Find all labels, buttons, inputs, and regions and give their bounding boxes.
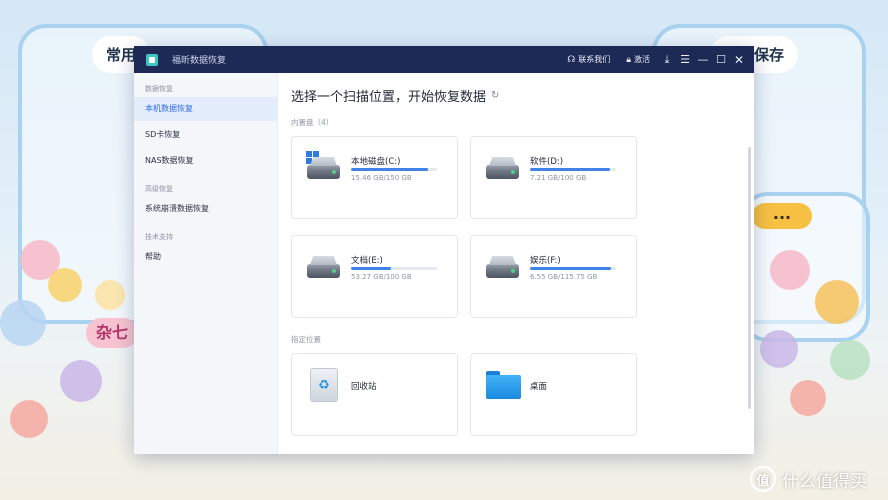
- drive-size: 15.46 GB/150 GB: [351, 174, 412, 182]
- hard-drive-icon: [307, 264, 340, 278]
- drive-usage-bar: [351, 168, 437, 171]
- location-name: 桌面: [530, 382, 548, 392]
- sidebar: 数据恢复 本机数据恢复 SD卡恢复 NAS数据恢复 高级恢复 系统崩溃数据恢复 …: [134, 73, 278, 454]
- specified-location-section-label: 指定位置: [291, 335, 321, 344]
- wallpaper-pill: 杂七: [86, 318, 138, 348]
- window-body: 数据恢复 本机数据恢复 SD卡恢复 NAS数据恢复 高级恢复 系统崩溃数据恢复 …: [134, 73, 754, 454]
- drive-usage-fill: [351, 267, 392, 270]
- maximize-button[interactable]: ☐: [712, 46, 730, 73]
- menu-icon: ☰: [680, 53, 690, 66]
- hard-drive-icon: [486, 165, 519, 179]
- flower-decoration: [10, 400, 48, 438]
- title-bar-controls: ☊ 联系我们 🔒︎ 激活 ⤓ ☰ — ☐ ✕: [559, 46, 748, 73]
- page-title: 选择一个扫描位置，开始恢复数据: [291, 89, 487, 105]
- recycle-bin-icon: ♻: [310, 368, 338, 402]
- drive-size: 53.27 GB/100 GB: [351, 273, 412, 281]
- hard-drive-icon: [307, 165, 340, 179]
- hard-drive-icon: [486, 264, 519, 278]
- drive-usage-fill: [530, 168, 610, 171]
- lock-icon: 🔒︎: [626, 54, 631, 65]
- app-logo-icon: [146, 53, 158, 66]
- drive-usage-fill: [351, 168, 429, 171]
- location-name: 回收站: [351, 382, 377, 392]
- sidebar-group-support: 技术支持: [145, 233, 173, 241]
- drive-name: 本地磁盘(C:): [351, 157, 401, 167]
- sidebar-group-data-recovery: 数据恢复: [145, 85, 173, 93]
- maximize-icon: ☐: [716, 53, 726, 66]
- activate-button[interactable]: 🔒︎ 激活: [618, 54, 658, 65]
- flower-decoration: [760, 330, 798, 368]
- internal-drives-section-label: 内置盘（4）: [291, 118, 334, 127]
- watermark-logo-icon: 值: [750, 466, 776, 492]
- drive-name: 软件(D:): [530, 157, 564, 167]
- flower-decoration: [770, 250, 810, 290]
- flower-decoration: [48, 268, 82, 302]
- refresh-icon[interactable]: ↻: [491, 90, 499, 101]
- close-button[interactable]: ✕: [730, 46, 748, 73]
- drive-usage-bar: [530, 168, 616, 171]
- flower-decoration: [95, 280, 125, 310]
- download-button[interactable]: ⤓: [658, 46, 676, 73]
- drive-card-e[interactable]: 文档(E:) 53.27 GB/100 GB: [291, 235, 458, 318]
- watermark-text: 什么值得买: [782, 471, 867, 492]
- flower-decoration: [60, 360, 102, 402]
- headset-icon: ☊: [567, 54, 576, 65]
- contact-us-button[interactable]: ☊ 联系我们: [559, 54, 618, 65]
- watermark: 值 什么值得买: [750, 466, 867, 492]
- sidebar-item-local-recovery[interactable]: 本机数据恢复: [134, 97, 277, 121]
- sidebar-item-crash-recovery[interactable]: 系统崩溃数据恢复: [134, 197, 277, 221]
- main-panel: 选择一个扫描位置，开始恢复数据 ↻ 内置盘（4） 本地磁盘(C:) 15.46 …: [278, 73, 754, 454]
- flower-decoration: [790, 380, 826, 416]
- drive-name: 文档(E:): [351, 256, 383, 266]
- app-title: 福昕数据恢复: [172, 56, 227, 66]
- flower-decoration: [0, 300, 46, 346]
- drive-usage-fill: [530, 267, 611, 270]
- app-window: 福昕数据恢复 ☊ 联系我们 🔒︎ 激活 ⤓ ☰ — ☐ ✕ 数据恢复 本机数据恢…: [134, 46, 754, 454]
- minimize-button[interactable]: —: [694, 46, 712, 73]
- location-card-desktop[interactable]: 桌面: [470, 353, 637, 436]
- contact-us-label: 联系我们: [578, 55, 611, 64]
- sidebar-item-nas-recovery[interactable]: NAS数据恢复: [134, 149, 277, 173]
- page-heading: 选择一个扫描位置，开始恢复数据 ↻: [291, 85, 754, 105]
- drive-size: 6.55 GB/115.75 GB: [530, 273, 598, 281]
- drive-grid: 本地磁盘(C:) 15.46 GB/150 GB 软件(D:) 7.21 GB/…: [291, 136, 754, 318]
- minimize-icon: —: [697, 53, 709, 66]
- drive-card-d[interactable]: 软件(D:) 7.21 GB/100 GB: [470, 136, 637, 219]
- drive-name: 娱乐(F:): [530, 256, 561, 266]
- activate-label: 激活: [634, 55, 650, 64]
- location-grid: ♻ 回收站 桌面: [291, 353, 754, 436]
- flower-decoration: [830, 340, 870, 380]
- folder-icon: [486, 371, 521, 399]
- sidebar-item-sd-recovery[interactable]: SD卡恢复: [134, 123, 277, 147]
- drive-card-c[interactable]: 本地磁盘(C:) 15.46 GB/150 GB: [291, 136, 458, 219]
- flower-decoration: [815, 280, 859, 324]
- wallpaper-bubble: ...: [752, 203, 812, 229]
- sidebar-group-advanced: 高级恢复: [145, 185, 173, 193]
- drive-usage-bar: [351, 267, 437, 270]
- title-bar[interactable]: 福昕数据恢复 ☊ 联系我们 🔒︎ 激活 ⤓ ☰ — ☐ ✕: [134, 46, 754, 73]
- sidebar-item-help[interactable]: 帮助: [134, 245, 277, 269]
- close-icon: ✕: [733, 52, 745, 67]
- download-icon: ⤓: [664, 52, 670, 66]
- drive-usage-bar: [530, 267, 616, 270]
- main-scrollbar[interactable]: [748, 147, 751, 409]
- menu-button[interactable]: ☰: [676, 46, 694, 73]
- drive-size: 7.21 GB/100 GB: [530, 174, 587, 182]
- location-card-recycle-bin[interactable]: ♻ 回收站: [291, 353, 458, 436]
- drive-card-f[interactable]: 娱乐(F:) 6.55 GB/115.75 GB: [470, 235, 637, 318]
